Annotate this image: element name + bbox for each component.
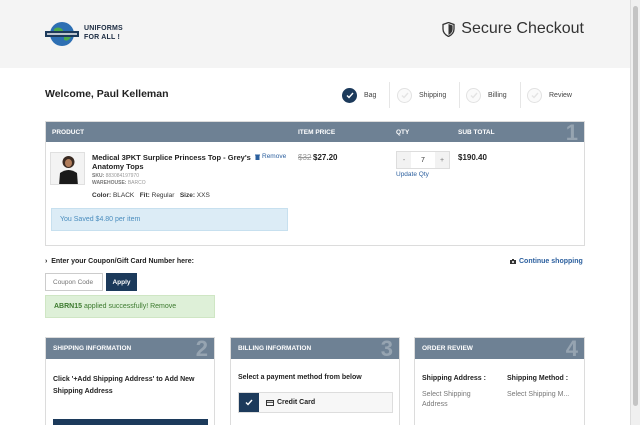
apply-coupon-button[interactable]: Apply (106, 273, 137, 291)
billing-panel-header: BILLING INFORMATION 3 (231, 336, 399, 361)
check-icon (527, 87, 542, 103)
trash-icon (255, 154, 260, 160)
check-icon (397, 87, 412, 103)
billing-panel: BILLING INFORMATION 3 Select a payment m… (230, 336, 400, 425)
uniforms-for-all-logo[interactable] (44, 20, 80, 48)
col-item-price: ITEM PRICE (298, 129, 336, 136)
remove-item-button[interactable]: Remove (255, 153, 286, 160)
camera-icon (510, 259, 516, 264)
quantity-stepper: - 7 + (396, 151, 450, 169)
check-icon (342, 87, 357, 103)
update-qty-link[interactable]: Update Qty (396, 171, 429, 178)
continue-shopping-link[interactable]: Continue shopping (510, 258, 583, 265)
order-review-panel-header: ORDER REVIEW 4 (415, 336, 584, 361)
cart-table: PRODUCT ITEM PRICE QTY SUB TOTAL 1 Medic… (45, 120, 585, 246)
logo-text: UNIFORMS FOR ALL ! (84, 25, 123, 41)
credit-card-option[interactable]: Credit Card (238, 392, 393, 413)
chevron-right-icon: › (45, 258, 48, 265)
shipping-panel: SHIPPING INFORMATION 2 Click '+Add Shipp… (45, 336, 215, 425)
coupon-applied-notice: ABRN15 applied successfully! Remove (45, 295, 215, 318)
credit-card-icon (266, 399, 274, 406)
check-icon (239, 393, 259, 412)
checkout-steps: Bag Shipping Billing Review (342, 82, 586, 108)
col-product: PRODUCT (52, 129, 85, 136)
item-price: $27.20 (313, 153, 338, 162)
shipping-instructions: Click '+Add Shipping Address' to Add New… (53, 376, 195, 395)
checkout-main: Welcome, Paul Kelleman Bag Shipping Bill… (0, 68, 630, 425)
secure-checkout-title: Secure Checkout (442, 20, 584, 38)
add-shipping-address-button[interactable] (53, 419, 208, 425)
shipping-panel-header: SHIPPING INFORMATION 2 (46, 336, 214, 361)
shield-icon (442, 21, 455, 37)
coupon-code-input[interactable] (45, 273, 103, 291)
coupon-prompt[interactable]: › Enter your Coupon/Gift Card Number her… (45, 258, 194, 265)
product-sku: SKU: 883084197970 WAREHOUSE: BARCO (92, 173, 146, 186)
col-subtotal: SUB TOTAL (458, 129, 495, 136)
product-attributes: Color: BLACK Fit: Regular Size: XXS (92, 192, 210, 199)
shipping-method-value: Select Shipping M... (507, 391, 570, 398)
check-icon (466, 87, 481, 103)
remove-coupon-link[interactable]: Remove (150, 303, 176, 310)
shipping-method-label: Shipping Method : (507, 375, 569, 382)
site-header: UNIFORMS FOR ALL ! Secure Checkout (0, 0, 630, 68)
welcome-text: Welcome, Paul Kelleman (45, 88, 169, 100)
shipping-address-value: Select Shipping Address (422, 391, 471, 408)
step-bag[interactable]: Bag (342, 84, 376, 106)
savings-notice: You Saved $4.80 per item (51, 208, 288, 231)
product-image[interactable] (50, 152, 85, 185)
col-qty: QTY (396, 129, 410, 136)
section-number: 1 (565, 120, 578, 145)
shipping-address-label: Shipping Address : (422, 375, 486, 382)
cart-table-header: PRODUCT ITEM PRICE QTY SUB TOTAL 1 (46, 120, 584, 145)
order-review-panel: ORDER REVIEW 4 Shipping Address : Select… (414, 336, 585, 425)
qty-input[interactable]: 7 (411, 152, 435, 168)
step-shipping[interactable]: Shipping (397, 84, 446, 106)
step-billing[interactable]: Billing (466, 84, 507, 106)
original-price: $32 (298, 153, 312, 162)
scrollbar-thumb[interactable] (633, 6, 638, 406)
qty-decrease-button[interactable]: - (397, 152, 411, 168)
step-review[interactable]: Review (527, 84, 572, 106)
billing-prompt: Select a payment method from below (238, 374, 362, 381)
item-subtotal: $190.40 (458, 153, 487, 162)
page-scrollbar[interactable] (630, 0, 640, 425)
qty-increase-button[interactable]: + (435, 152, 449, 168)
product-name[interactable]: Medical 3PKT Surplice Princess Top - Gre… (92, 153, 252, 171)
